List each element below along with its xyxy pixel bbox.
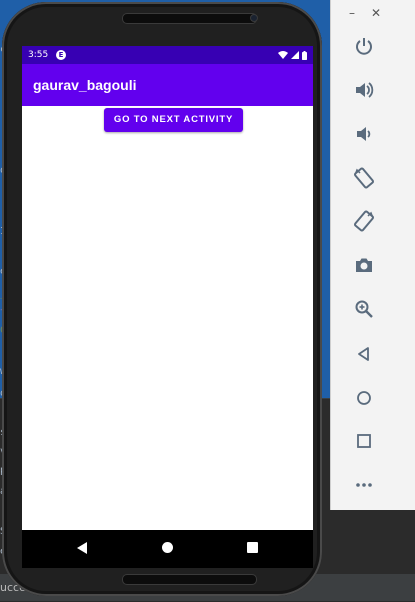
power-icon	[356, 38, 372, 55]
volume-up-button[interactable]	[353, 79, 375, 101]
close-button[interactable]: ✕	[369, 6, 383, 20]
app-bar: gaurav_bagouli	[22, 64, 313, 106]
camera-icon	[356, 258, 372, 272]
navigation-bar	[22, 530, 313, 568]
screenshot-button[interactable]	[353, 254, 375, 276]
status-bar: 3:55 E	[22, 46, 313, 64]
rotate-right-button[interactable]	[353, 210, 375, 232]
app-notification-icon: E	[56, 50, 66, 60]
device-screen: 3:55 E gaurav_bagouli GO TO NEXT ACTIVIT…	[22, 46, 313, 568]
status-time: 3:55	[28, 50, 49, 60]
system-icons	[278, 46, 307, 64]
battery-icon	[302, 50, 307, 60]
volume-up-icon	[356, 82, 374, 98]
nav-home-icon[interactable]	[162, 542, 173, 553]
bottom-speaker	[122, 574, 257, 585]
top-speaker	[122, 13, 257, 24]
minimize-button[interactable]: –	[345, 6, 359, 20]
go-to-next-activity-button[interactable]: GO TO NEXT ACTIVITY	[104, 108, 243, 132]
emulator-toolbar: – ✕	[330, 0, 415, 510]
rotate-left-icon	[353, 167, 375, 189]
volume-down-icon	[357, 127, 371, 141]
zoom-icon	[355, 300, 373, 318]
rotate-right-icon	[353, 210, 375, 232]
wifi-icon	[278, 51, 288, 59]
signal-icon	[291, 51, 299, 59]
more-button[interactable]	[353, 474, 375, 496]
power-button[interactable]	[353, 35, 375, 57]
rotate-left-button[interactable]	[353, 167, 375, 189]
nav-recents-icon[interactable]	[247, 542, 258, 553]
home-button[interactable]	[353, 387, 375, 409]
back-icon	[358, 347, 369, 361]
overview-icon	[357, 434, 371, 448]
device-frame: 3:55 E gaurav_bagouli GO TO NEXT ACTIVIT…	[2, 2, 322, 596]
back-button[interactable]	[353, 343, 375, 365]
home-icon	[357, 391, 371, 405]
overview-button[interactable]	[353, 430, 375, 452]
volume-down-button[interactable]	[353, 123, 375, 145]
nav-back-icon[interactable]	[77, 542, 87, 554]
zoom-button[interactable]	[353, 298, 375, 320]
front-camera	[250, 14, 258, 22]
app-title: gaurav_bagouli	[33, 77, 137, 93]
more-icon	[356, 483, 372, 487]
